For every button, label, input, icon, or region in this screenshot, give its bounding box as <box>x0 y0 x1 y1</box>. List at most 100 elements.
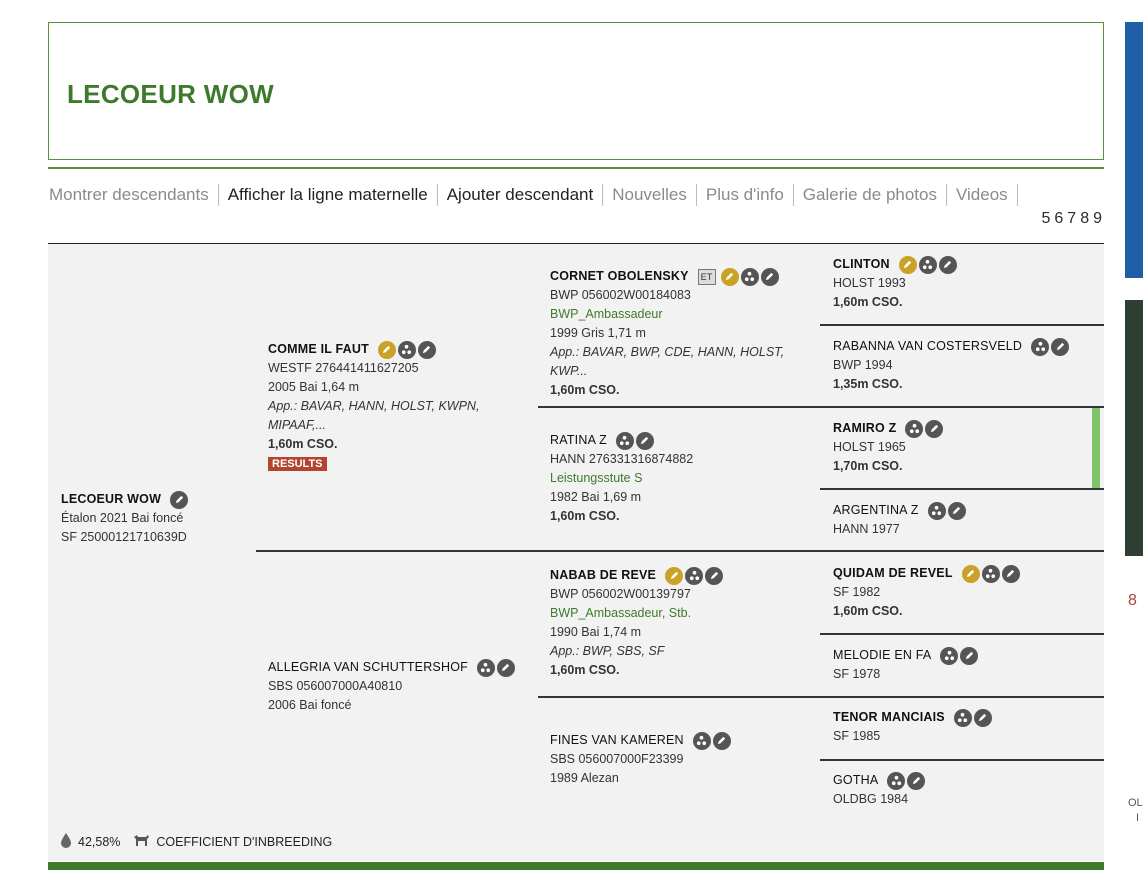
family-tree-icon[interactable] <box>1031 337 1050 356</box>
horse-sire: COMME IL FAUT WESTF 276441411627205 2005… <box>268 340 530 473</box>
horse-registration: HOLST 1993 <box>833 276 906 290</box>
edit-icon[interactable] <box>760 267 779 286</box>
family-tree-icon[interactable] <box>397 340 416 359</box>
horse-dam-dam: FINES VAN KAMEREN SBS 056007000F23399 19… <box>550 731 812 788</box>
edit-icon[interactable] <box>1051 337 1070 356</box>
horse-registration: SF 1985 <box>833 729 881 743</box>
nav-videos[interactable]: Videos <box>947 184 1018 206</box>
family-tree-icon[interactable] <box>905 419 924 438</box>
horse-name[interactable]: MELODIE EN FA <box>833 646 931 665</box>
horse-icon <box>132 833 150 850</box>
edit-icon[interactable] <box>907 771 926 790</box>
horse-name[interactable]: NABAB DE REVE <box>550 566 656 585</box>
horse-performance: 1,60m CSO. <box>550 509 620 523</box>
results-button[interactable]: RESULTS <box>268 457 327 471</box>
horse-name[interactable]: CORNET OBOLENSKY <box>550 267 689 286</box>
horse-approvals: App.: BAVAR, HANN, HOLST, KWPN, MIPAAF,.… <box>268 399 480 432</box>
page-7[interactable]: 7 <box>1067 210 1077 228</box>
nav-maternal-line[interactable]: Afficher la ligne maternelle <box>219 184 438 206</box>
family-tree-icon[interactable] <box>740 267 759 286</box>
horse-g3-2: RABANNA VAN COSTERSVELD BWP 1994 1,35m C… <box>833 337 1095 394</box>
family-tree-icon[interactable] <box>927 501 946 520</box>
horse-name[interactable]: GOTHA <box>833 771 878 790</box>
action-nav: Montrer descendants Afficher la ligne ma… <box>48 182 1018 208</box>
page-title: LECOEUR WOW <box>67 79 274 109</box>
header-divider <box>48 167 1104 169</box>
stallion-icon[interactable] <box>720 267 739 286</box>
page-5[interactable]: 5 <box>1041 210 1051 228</box>
horse-name[interactable]: FINES VAN KAMEREN <box>550 731 684 750</box>
stallion-icon[interactable] <box>961 564 980 583</box>
edit-icon[interactable] <box>712 731 731 750</box>
horse-g3-1: CLINTON HOLST 1993 1,60m CSO. <box>833 255 1095 312</box>
stallion-icon[interactable] <box>377 340 396 359</box>
stallion-icon[interactable] <box>898 255 917 274</box>
nav-add-descendant[interactable]: Ajouter descendant <box>438 184 604 206</box>
horse-registration: SF 1982 <box>833 585 881 599</box>
edit-icon[interactable] <box>417 340 436 359</box>
page-8[interactable]: 8 <box>1080 210 1090 228</box>
nav-photo-gallery[interactable]: Galerie de photos <box>794 184 947 206</box>
horse-registration: HANN 276331316874882 <box>550 452 694 466</box>
edit-icon[interactable] <box>960 646 979 665</box>
ss-sd-divider <box>538 406 1104 408</box>
edit-icon[interactable] <box>496 658 515 677</box>
family-tree-icon[interactable] <box>918 255 937 274</box>
horse-name[interactable]: RATINA Z <box>550 431 607 450</box>
edit-icon[interactable] <box>938 255 957 274</box>
edit-icon[interactable] <box>947 501 966 520</box>
horse-performance: 1,60m CSO. <box>550 663 620 677</box>
horse-name[interactable]: TENOR MANCIAIS <box>833 708 945 727</box>
horse-approvals: App.: BAVAR, BWP, CDE, HANN, HOLST, KWP.… <box>550 345 785 378</box>
horse-name[interactable]: ARGENTINA Z <box>833 501 919 520</box>
family-tree-icon[interactable] <box>615 431 634 450</box>
horse-info: 1999 Gris 1,71 m <box>550 326 646 340</box>
horse-sire-dam: RATINA Z HANN 276331316874882 Leistungss… <box>550 431 812 526</box>
family-tree-icon[interactable] <box>940 646 959 665</box>
header-box: LECOEUR WOW <box>48 22 1104 160</box>
horse-registration: HANN 1977 <box>833 522 900 536</box>
horse-name[interactable]: RABANNA VAN COSTERSVELD <box>833 337 1022 356</box>
horse-approvals: App.: BWP, SBS, SF <box>550 644 665 658</box>
family-tree-icon[interactable] <box>692 731 711 750</box>
horse-name[interactable]: CLINTON <box>833 255 890 274</box>
page-6[interactable]: 6 <box>1054 210 1064 228</box>
stallion-icon[interactable] <box>665 566 684 585</box>
edit-icon[interactable] <box>973 708 992 727</box>
edit-icon[interactable] <box>1001 564 1020 583</box>
drop-icon <box>60 832 72 851</box>
horse-name[interactable]: RAMIRO Z <box>833 419 896 438</box>
family-tree-icon[interactable] <box>953 708 972 727</box>
horse-g3-8: GOTHA OLDBG 1984 <box>833 771 1095 809</box>
nav-news[interactable]: Nouvelles <box>603 184 697 206</box>
horse-name[interactable]: QUIDAM DE REVEL <box>833 564 953 583</box>
horse-registration: BWP 1994 <box>833 358 893 372</box>
horse-registration: SF 1978 <box>833 667 881 681</box>
family-tree-icon[interactable] <box>476 658 495 677</box>
horse-name[interactable]: LECOEUR WOW <box>61 490 161 509</box>
horse-performance: 1,60m CSO. <box>268 437 338 451</box>
page-9[interactable]: 9 <box>1093 210 1103 228</box>
nav-show-descendants[interactable]: Montrer descendants <box>48 184 219 206</box>
horse-registration: SBS 056007000F23399 <box>550 752 684 766</box>
horse-g3-3: RAMIRO Z HOLST 1965 1,70m CSO. <box>833 419 1083 476</box>
horse-name[interactable]: ALLEGRIA VAN SCHUTTERSHOF <box>268 658 468 677</box>
family-tree-icon[interactable] <box>685 566 704 585</box>
edit-icon[interactable] <box>635 431 654 450</box>
family-tree-icon[interactable] <box>887 771 906 790</box>
edit-icon[interactable] <box>170 490 189 509</box>
horse-performance: 1,60m CSO. <box>550 383 620 397</box>
side-panel-image-bottom <box>1125 300 1143 556</box>
family-tree-icon[interactable] <box>981 564 1000 583</box>
inbreeding-coefficient-link[interactable]: COEFFICIENT D'INBREEDING <box>156 835 332 849</box>
horse-info: 1982 Bai 1,69 m <box>550 490 642 504</box>
highlight-marker <box>1092 408 1100 488</box>
horse-name[interactable]: COMME IL FAUT <box>268 340 369 359</box>
edit-icon[interactable] <box>705 566 724 585</box>
nav-more-info[interactable]: Plus d'info <box>697 184 794 206</box>
g3-divider-5 <box>820 633 1104 635</box>
edit-icon[interactable] <box>925 419 944 438</box>
horse-studbook-title: BWP_Ambassadeur, Stb. <box>550 606 692 620</box>
horse-info: 2005 Bai 1,64 m <box>268 380 360 394</box>
horse-performance: 1,35m CSO. <box>833 377 903 391</box>
